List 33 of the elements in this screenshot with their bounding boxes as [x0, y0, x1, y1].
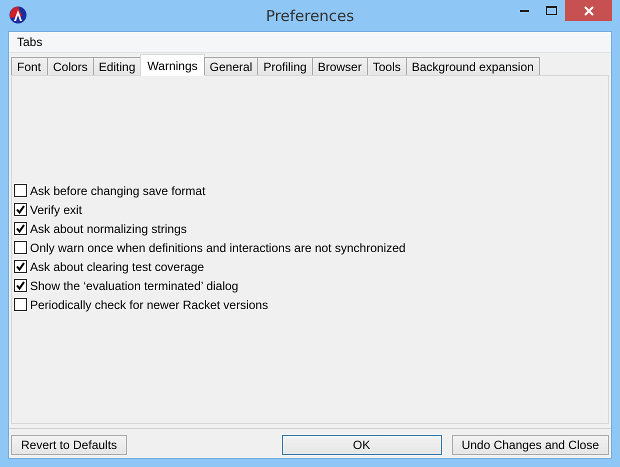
close-button[interactable] [565, 0, 612, 21]
checkbox-label[interactable]: Verify exit [30, 202, 82, 216]
checkbox-label[interactable]: Show the ‘evaluation terminated’ dialog [30, 278, 238, 292]
dialog-button[interactable]: Undo Changes and Close [452, 435, 609, 455]
checkbox[interactable] [14, 184, 27, 197]
tab[interactable]: Colors [47, 57, 94, 75]
checkbox[interactable] [14, 260, 27, 273]
tab[interactable]: Profiling [257, 57, 313, 75]
window-title: Preferences [266, 6, 354, 24]
maximize-icon [546, 6, 557, 15]
tab[interactable]: Warnings [140, 54, 205, 76]
checkbox-label[interactable]: Periodically check for newer Racket versions [30, 298, 268, 312]
tab[interactable]: Browser [312, 57, 368, 75]
close-icon [584, 6, 594, 16]
app-logo-icon [9, 6, 27, 24]
checkbox[interactable] [14, 298, 27, 311]
checkbox-label[interactable]: Ask before changing save format [30, 184, 206, 198]
checkbox-label[interactable]: Ask about normalizing strings [30, 222, 187, 236]
tab[interactable]: Background expansion [406, 57, 540, 75]
checkbox-label[interactable]: Ask about clearing test coverage [30, 260, 204, 274]
minimize-icon [520, 9, 529, 12]
checkbox[interactable] [14, 279, 27, 292]
tab[interactable]: Font [11, 57, 48, 75]
menu-item[interactable]: Tabs [15, 35, 44, 49]
dialog-button[interactable]: Revert to Defaults [11, 435, 128, 455]
checkbox[interactable] [14, 203, 27, 216]
tab[interactable]: General [204, 57, 258, 75]
checkbox[interactable] [14, 241, 27, 254]
checkbox-label[interactable]: Only warn once when definitions and interactions are not synchronized [30, 240, 406, 254]
tab[interactable]: Tools [366, 57, 407, 75]
tab[interactable]: Editing [92, 57, 142, 75]
ok-button[interactable]: OK [282, 435, 442, 455]
checkbox[interactable] [14, 222, 27, 235]
